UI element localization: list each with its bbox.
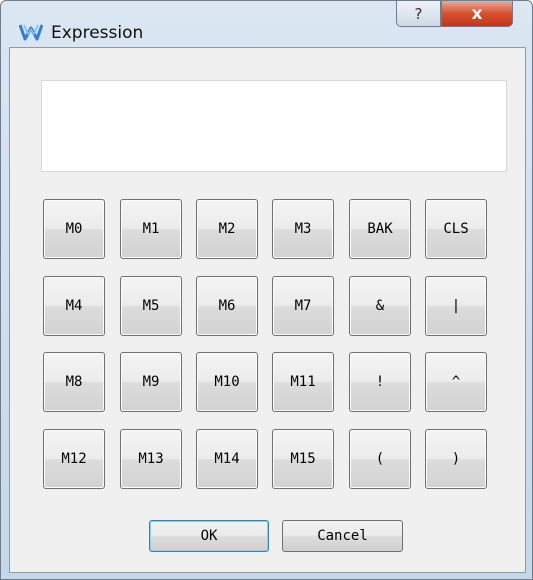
window-title: Expression <box>51 23 144 43</box>
key-close-paren[interactable]: ) <box>425 429 487 489</box>
key-and[interactable]: & <box>349 276 411 336</box>
key-m12[interactable]: M12 <box>43 429 105 489</box>
key-m13[interactable]: M13 <box>120 429 182 489</box>
key-cls[interactable]: CLS <box>425 199 487 259</box>
expression-display[interactable] <box>41 80 507 172</box>
cancel-button[interactable]: Cancel <box>282 520 403 552</box>
key-m2[interactable]: M2 <box>196 199 258 259</box>
key-m15[interactable]: M15 <box>272 429 334 489</box>
key-not[interactable]: ! <box>349 352 411 412</box>
key-m10[interactable]: M10 <box>196 352 258 412</box>
key-bak[interactable]: BAK <box>349 199 411 259</box>
key-m11[interactable]: M11 <box>272 352 334 412</box>
key-m6[interactable]: M6 <box>196 276 258 336</box>
key-xor[interactable]: ^ <box>425 352 487 412</box>
key-m5[interactable]: M5 <box>120 276 182 336</box>
ok-button[interactable]: OK <box>149 520 269 552</box>
key-m3[interactable]: M3 <box>272 199 334 259</box>
key-m0[interactable]: M0 <box>43 199 105 259</box>
close-icon: x <box>471 3 483 24</box>
key-m9[interactable]: M9 <box>120 352 182 412</box>
expression-dialog: Expression ? x M0 M1 M2 M3 BAK CLS M4 M5 M6 M7 & | M… <box>0 0 533 580</box>
key-m14[interactable]: M14 <box>196 429 258 489</box>
key-m4[interactable]: M4 <box>43 276 105 336</box>
key-m8[interactable]: M8 <box>43 352 105 412</box>
key-m1[interactable]: M1 <box>120 199 182 259</box>
key-or[interactable]: | <box>425 276 487 336</box>
help-button[interactable]: ? <box>396 1 441 27</box>
key-open-paren[interactable]: ( <box>349 429 411 489</box>
key-m7[interactable]: M7 <box>272 276 334 336</box>
help-icon: ? <box>414 4 423 23</box>
title-bar[interactable]: Expression ? x <box>1 1 532 47</box>
dialog-body: M0 M1 M2 M3 BAK CLS M4 M5 M6 M7 & | M8 M9 M10 M11! ^ M12 M… <box>9 47 526 573</box>
app-logo-icon <box>19 24 43 41</box>
close-button[interactable]: x <box>441 1 513 27</box>
